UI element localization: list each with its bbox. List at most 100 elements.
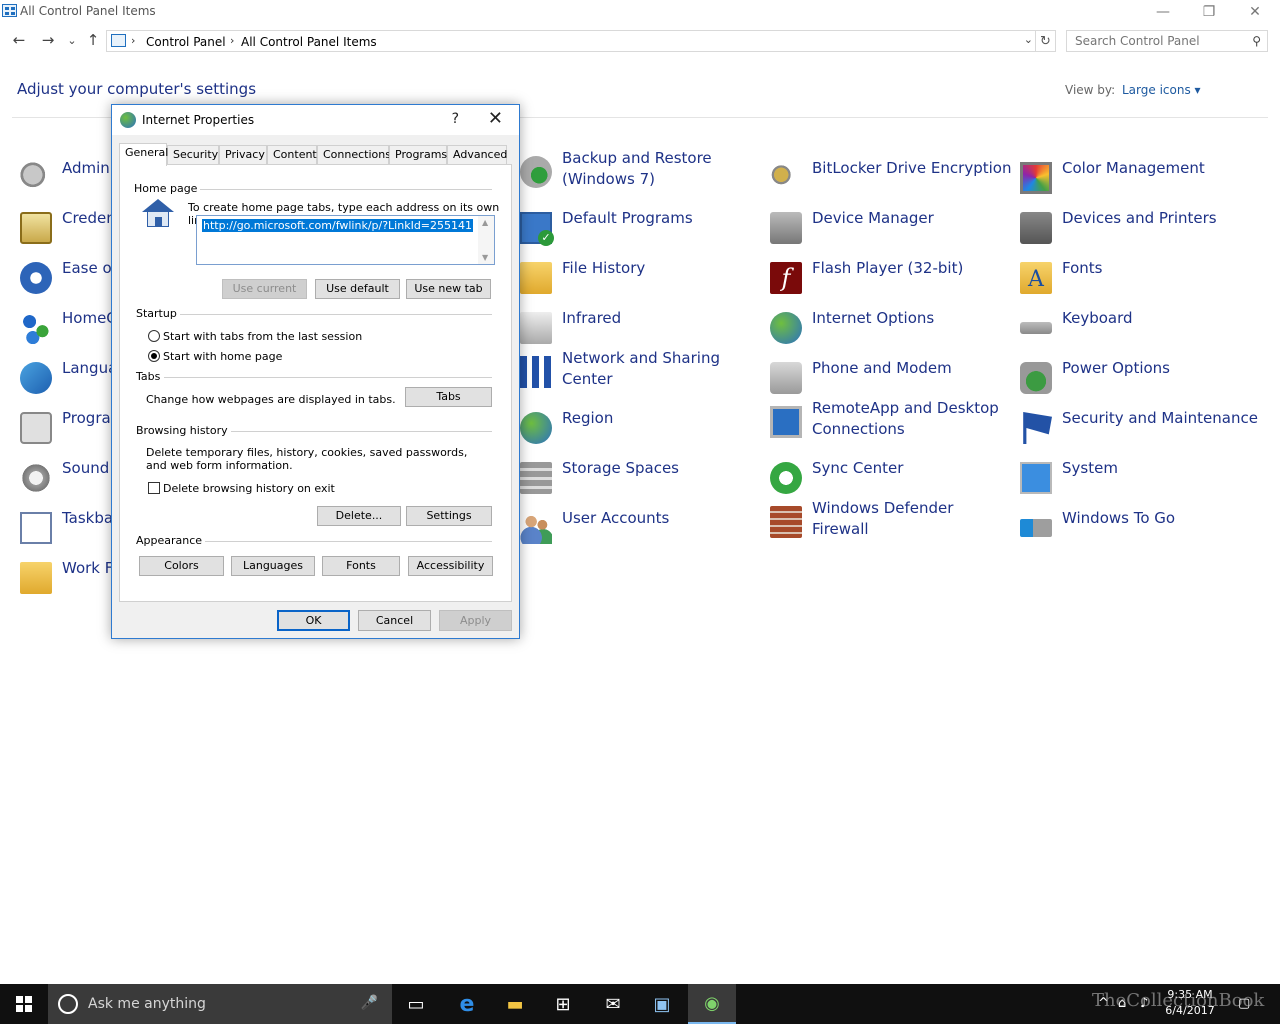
- textarea-scrollbar[interactable]: ▲ ▼: [478, 216, 494, 264]
- radio-last-session-label: Start with tabs from the last session: [163, 330, 363, 343]
- home-page-label: Home page: [134, 182, 201, 195]
- home-page-url-textarea[interactable]: http://go.microsoft.com/fwlink/p/?LinkId…: [196, 215, 495, 265]
- tab-security[interactable]: Security: [167, 145, 219, 165]
- use-current-button[interactable]: Use current: [222, 279, 307, 299]
- ok-button[interactable]: OK: [277, 610, 350, 631]
- minimize-button[interactable]: —: [1140, 0, 1186, 24]
- start-button[interactable]: [0, 984, 48, 1024]
- administrative-tools-icon: [20, 162, 52, 194]
- browsing-history-description: Delete temporary files, history, cookies…: [146, 446, 468, 472]
- color-management-icon: [1020, 162, 1052, 194]
- internet-properties-dialog: Internet Properties ? ✕ General Security…: [111, 104, 520, 639]
- homegroup-icon: [20, 312, 52, 344]
- group-separator: [200, 541, 492, 542]
- breadcrumb-all-items[interactable]: All Control Panel Items: [241, 35, 377, 49]
- radio-home-page[interactable]: [148, 350, 160, 362]
- home-page-url-text[interactable]: http://go.microsoft.com/fwlink/p/?LinkId…: [202, 219, 474, 232]
- edge-browser-icon[interactable]: e: [443, 984, 491, 1024]
- credential-manager-icon: [20, 212, 52, 244]
- search-input[interactable]: [1073, 32, 1243, 50]
- user-accounts-icon: [520, 512, 552, 544]
- scroll-up-arrow-icon[interactable]: ▲: [482, 218, 488, 227]
- internet-options-taskbar-icon[interactable]: ◉: [688, 984, 736, 1024]
- keyboard-icon: [1020, 322, 1052, 334]
- general-tab-panel: Home page To create home page tabs, type…: [119, 164, 512, 602]
- mail-icon[interactable]: ✉: [589, 984, 637, 1024]
- file-explorer-icon[interactable]: ▬: [491, 984, 539, 1024]
- control-panel-taskbar-icon[interactable]: ▣: [638, 984, 686, 1024]
- search-icon[interactable]: ⚲: [1252, 34, 1261, 48]
- history-settings-button[interactable]: Settings: [406, 506, 492, 526]
- up-arrow-icon[interactable]: ↑: [83, 30, 103, 50]
- phone-modem-icon: [770, 362, 802, 394]
- store-icon[interactable]: ⊞: [539, 984, 587, 1024]
- use-new-tab-button[interactable]: Use new tab: [406, 279, 491, 299]
- breadcrumb-control-panel[interactable]: Control Panel: [146, 35, 226, 49]
- refresh-icon[interactable]: ↻: [1036, 30, 1056, 52]
- use-default-button[interactable]: Use default: [315, 279, 400, 299]
- search-box[interactable]: ⚲: [1066, 30, 1268, 52]
- tabs-section-label: Tabs: [136, 370, 164, 383]
- tab-advanced[interactable]: Advanced: [447, 145, 507, 165]
- scroll-down-arrow-icon[interactable]: ▼: [482, 253, 488, 262]
- storage-spaces-icon: [520, 462, 552, 494]
- power-options-icon: [1020, 362, 1052, 394]
- tab-connections[interactable]: Connections: [317, 145, 391, 165]
- tab-programs[interactable]: Programs: [389, 145, 447, 165]
- internet-globe-icon: [120, 112, 136, 128]
- apply-button[interactable]: Apply: [439, 610, 512, 631]
- view-by-dropdown[interactable]: Large icons ▾: [1122, 83, 1201, 97]
- tab-general[interactable]: General: [119, 143, 168, 166]
- file-history-icon: [520, 262, 552, 294]
- taskbar: Ask me anything 🎤 ▭ e ▬ ⊞ ✉ ▣ ◉ ^ ⌂ ♪ 9:…: [0, 984, 1280, 1024]
- window-titlebar: All Control Panel Items — ❐ ✕: [0, 0, 1280, 24]
- help-icon[interactable]: ?: [452, 111, 459, 127]
- address-field[interactable]: › Control Panel › All Control Panel Item…: [106, 30, 1036, 52]
- appearance-label: Appearance: [136, 534, 206, 547]
- view-by-label: View by:: [1065, 83, 1116, 97]
- home-page-house-icon: [142, 199, 174, 227]
- delete-on-exit-checkbox[interactable]: [148, 482, 160, 494]
- flag-icon: [1023, 412, 1052, 444]
- group-separator: [218, 431, 492, 432]
- tabs-button[interactable]: Tabs: [405, 387, 492, 407]
- language-icon: [20, 362, 52, 394]
- sync-icon: [770, 462, 802, 494]
- back-arrow-icon[interactable]: ←: [9, 30, 29, 50]
- tab-content[interactable]: Content: [267, 145, 317, 165]
- delete-on-exit-label: Delete browsing history on exit: [163, 482, 335, 495]
- remoteapp-icon: [770, 406, 802, 438]
- dialog-titlebar: Internet Properties ? ✕: [112, 105, 519, 135]
- radio-last-session[interactable]: [148, 330, 160, 342]
- task-view-icon[interactable]: ▭: [392, 984, 440, 1024]
- firewall-icon: [770, 506, 802, 538]
- printer-icon: [1020, 212, 1052, 244]
- cortana-placeholder: Ask me anything: [88, 996, 206, 1012]
- tab-privacy[interactable]: Privacy: [219, 145, 267, 165]
- colors-button[interactable]: Colors: [139, 556, 224, 576]
- address-bar: ← → ⌄ ↑ › Control Panel › All Control Pa…: [0, 26, 1280, 54]
- dialog-close-icon[interactable]: ✕: [488, 108, 503, 129]
- cortana-search-box[interactable]: Ask me anything 🎤: [48, 984, 392, 1024]
- internet-options-icon: [770, 312, 802, 344]
- fonts-button[interactable]: Fonts: [322, 556, 400, 576]
- close-button[interactable]: ✕: [1232, 0, 1278, 24]
- forward-arrow-icon[interactable]: →: [38, 30, 58, 50]
- recent-locations-chevron-icon[interactable]: ⌄: [62, 30, 82, 50]
- backup-restore-icon: [520, 156, 552, 188]
- group-separator: [190, 189, 492, 190]
- microphone-icon[interactable]: 🎤: [361, 995, 378, 1011]
- startup-label: Startup: [136, 307, 180, 320]
- address-dropdown-icon[interactable]: ⌄: [1024, 33, 1033, 46]
- languages-button[interactable]: Languages: [231, 556, 315, 576]
- accessibility-button[interactable]: Accessibility: [408, 556, 493, 576]
- dialog-title: Internet Properties: [142, 113, 255, 127]
- tabs-description: Change how webpages are displayed in tab…: [146, 393, 396, 406]
- system-monitor-icon: [1020, 462, 1052, 494]
- flash-player-icon: f: [770, 262, 802, 294]
- breadcrumb-separator: ›: [230, 34, 235, 47]
- control-panel-icon: [111, 34, 126, 47]
- restore-button[interactable]: ❐: [1186, 0, 1232, 24]
- cancel-button[interactable]: Cancel: [358, 610, 431, 631]
- delete-history-button[interactable]: Delete...: [317, 506, 401, 526]
